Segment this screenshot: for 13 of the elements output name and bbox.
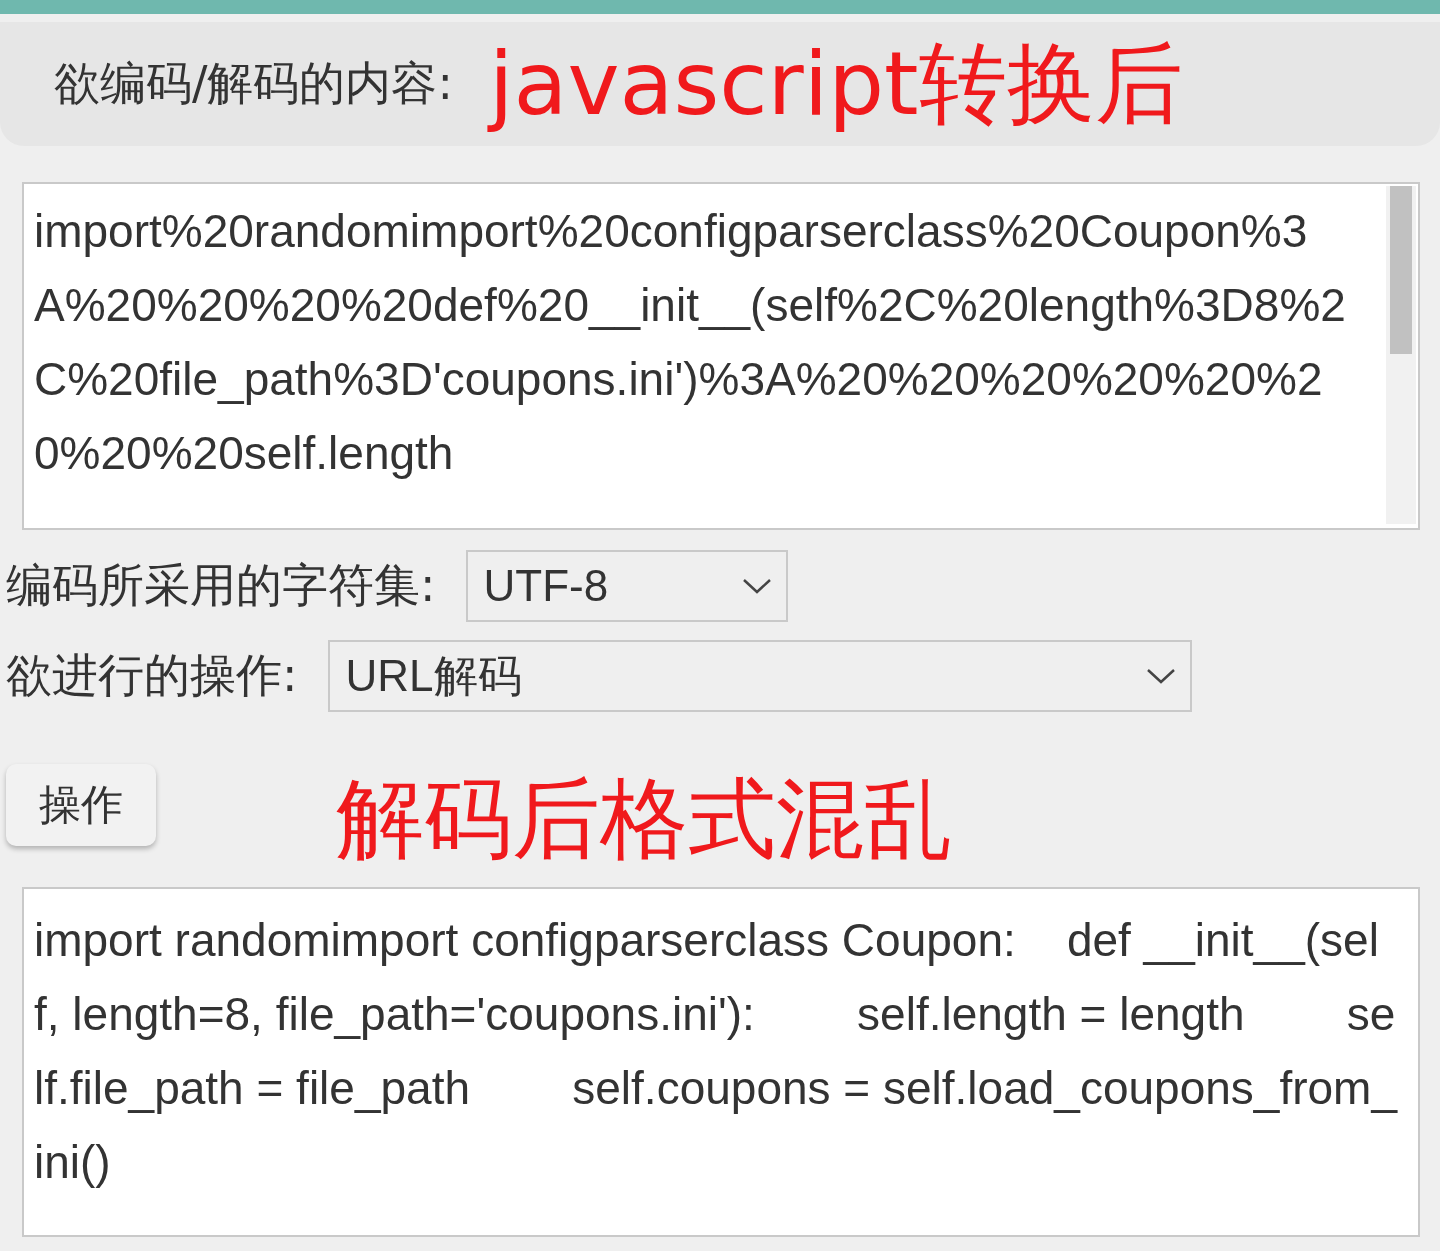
charset-label: 编码所采用的字符集: — [6, 557, 436, 614]
scrollbar[interactable] — [1386, 186, 1416, 524]
chevron-icon — [1145, 667, 1176, 685]
input-field[interactable]: import%20randomimport%20configparserclass%20Coupon%3A%20%20%20%20def%20__init__(self%2C%20length%3D8%2C%20file_path%3D'coupons.ini')%3A%20%20%20%20%20%20%20%20self.length — [22, 182, 1420, 530]
operation-label: 欲进行的操作: — [6, 647, 298, 704]
annotation-text: 解码后格式混乱 — [336, 766, 952, 872]
chevron-icon — [741, 577, 772, 595]
annotation-text: javascript转换后 — [489, 30, 1183, 137]
action-button[interactable]: 操作 — [6, 763, 156, 846]
charset-select[interactable]: UTF-8 — [465, 550, 788, 622]
output-field[interactable]: import randomimport configparserclass Coupon: def __init__(self, length=8, file_path='coupons.ini'): self.length = length self.file_path = file_path self.coupons = self.load_coupons_from_ini() — [22, 887, 1420, 1237]
operation-select[interactable]: URL解码 — [327, 640, 1192, 712]
content-label: 欲编码/解码的内容: — [54, 55, 453, 112]
